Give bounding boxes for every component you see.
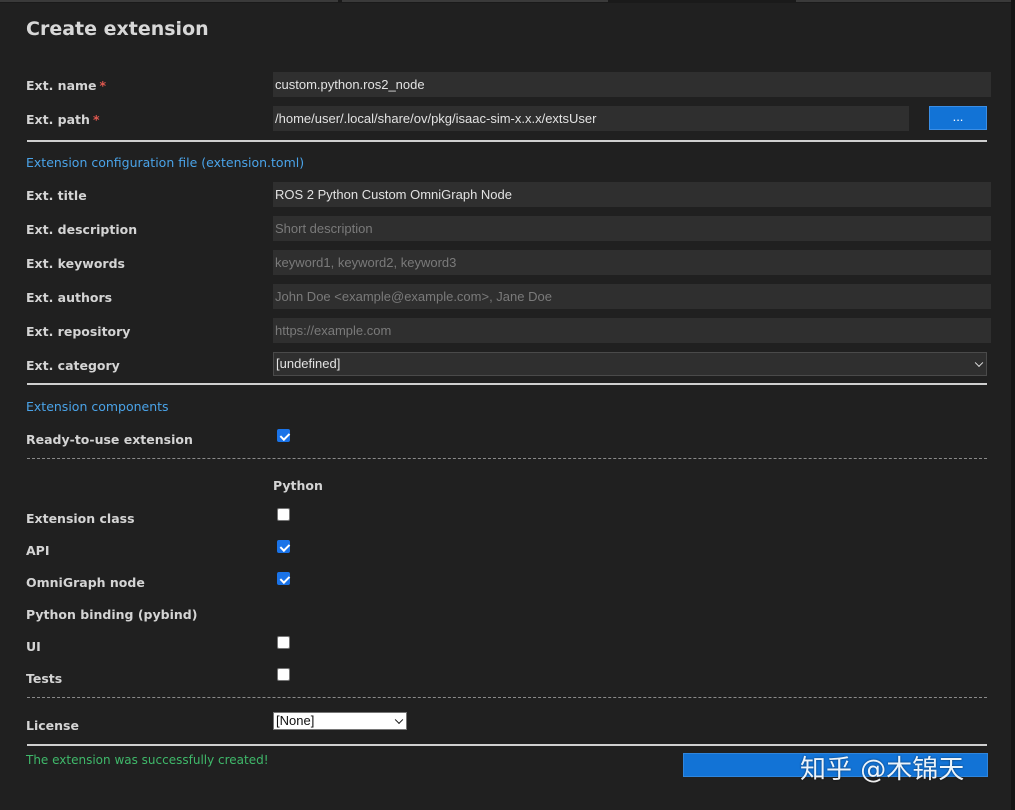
- ext-title-input[interactable]: ROS 2 Python Custom OmniGraph Node: [273, 182, 991, 207]
- omnigraph-node-checkbox[interactable]: [277, 572, 290, 585]
- ext-path-label-text: Ext. path: [26, 112, 90, 127]
- chevron-down-icon: [394, 715, 404, 725]
- python-column-header: Python: [273, 478, 323, 493]
- python-binding-label: Python binding (pybind): [26, 607, 198, 622]
- ext-repository-label: Ext. repository: [26, 324, 131, 339]
- ext-name-input[interactable]: custom.python.ros2_node: [273, 72, 991, 97]
- tab-segment[interactable]: [796, 0, 1011, 2]
- dashed-divider: [27, 697, 987, 698]
- ext-path-label: Ext. path *: [26, 112, 99, 127]
- section-divider: [27, 140, 987, 142]
- ext-category-value: [undefined]: [276, 356, 341, 371]
- ext-keywords-label: Ext. keywords: [26, 256, 125, 271]
- tests-checkbox[interactable]: [277, 668, 290, 681]
- license-value: [None]: [276, 713, 315, 728]
- ext-description-label: Ext. description: [26, 222, 138, 237]
- config-section-header[interactable]: Extension configuration file (extension.…: [26, 155, 304, 170]
- ext-repository-input[interactable]: https://example.com: [273, 318, 991, 343]
- ui-checkbox[interactable]: [277, 636, 290, 649]
- create-extension-panel: Create extension Ext. name * custom.pytho…: [0, 0, 1015, 810]
- scrollbar-track[interactable]: [1011, 0, 1015, 810]
- api-label: API: [26, 543, 50, 558]
- required-marker: *: [99, 78, 107, 93]
- ext-name-label-text: Ext. name: [26, 78, 97, 93]
- success-message: The extension was successfully created!: [26, 753, 269, 767]
- license-select[interactable]: [None]: [273, 712, 407, 730]
- components-section-header[interactable]: Extension components: [26, 399, 169, 414]
- ready-to-use-label: Ready-to-use extension: [26, 432, 193, 447]
- tab-segment[interactable]: [0, 0, 338, 2]
- ext-description-input[interactable]: Short description: [273, 216, 991, 241]
- ext-path-input[interactable]: /home/user/.local/share/ov/pkg/isaac-sim…: [273, 106, 909, 131]
- ext-authors-input[interactable]: John Doe <example@example.com>, Jane Doe: [273, 284, 991, 309]
- tests-label: Tests: [26, 671, 63, 686]
- browse-path-button[interactable]: ...: [929, 106, 987, 130]
- dashed-divider: [27, 458, 987, 459]
- top-tab-strip: [0, 0, 1015, 3]
- section-divider: [27, 383, 987, 385]
- extension-class-label: Extension class: [26, 511, 135, 526]
- ext-authors-label: Ext. authors: [26, 290, 113, 305]
- page-title: Create extension: [26, 18, 209, 40]
- api-checkbox[interactable]: [277, 540, 290, 553]
- section-divider: [27, 744, 987, 746]
- ui-label: UI: [26, 639, 41, 654]
- tab-segment[interactable]: [342, 0, 608, 2]
- ready-to-use-checkbox[interactable]: [277, 429, 290, 442]
- ext-name-label: Ext. name *: [26, 78, 106, 93]
- ext-title-label: Ext. title: [26, 188, 87, 203]
- ext-category-select[interactable]: [undefined]: [273, 352, 987, 376]
- create-extension-button[interactable]: [683, 753, 988, 777]
- chevron-down-icon: [974, 358, 984, 368]
- license-label: License: [26, 718, 79, 733]
- required-marker: *: [92, 112, 100, 127]
- extension-class-checkbox[interactable]: [277, 508, 290, 521]
- ext-keywords-input[interactable]: keyword1, keyword2, keyword3: [273, 250, 991, 275]
- ext-category-label: Ext. category: [26, 358, 120, 373]
- omnigraph-node-label: OmniGraph node: [26, 575, 145, 590]
